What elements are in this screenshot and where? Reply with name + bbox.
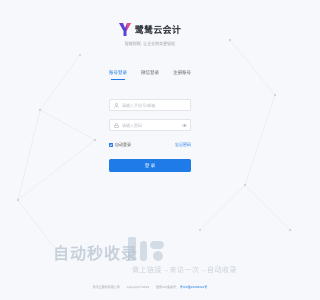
brand-header: 鹭鸶云会计 bbox=[0, 22, 300, 36]
footer: 鹭鸶云服务有限公司 Copyright ©2019 国家ICP备案号： 粤ICP… bbox=[0, 285, 300, 289]
account-input[interactable] bbox=[122, 101, 186, 109]
user-icon bbox=[114, 102, 119, 108]
lock-icon bbox=[114, 122, 119, 128]
footer-icp-link[interactable]: 粤ICP备19005021号 bbox=[180, 285, 207, 289]
watermark-subtitle: 做上链接→来访一次→自动收录 bbox=[132, 267, 237, 274]
login-options: 自动登录 忘记密码 bbox=[109, 142, 191, 148]
remember-label: 自动登录 bbox=[115, 142, 131, 147]
tab-wechat-login[interactable]: 微信登录 bbox=[141, 70, 159, 80]
tab-account-login[interactable]: 账号登录 bbox=[109, 70, 127, 80]
tab-register[interactable]: 注册账号 bbox=[173, 70, 191, 80]
login-tabs: 账号登录 微信登录 注册账号 bbox=[109, 70, 191, 80]
password-field bbox=[109, 119, 191, 131]
brand-name: 鹭鸶云会计 bbox=[134, 24, 182, 35]
login-button[interactable]: 登 录 bbox=[109, 159, 191, 172]
brand-logo-icon bbox=[118, 22, 131, 36]
password-input[interactable] bbox=[122, 121, 186, 129]
footer-company: 鹭鸶云服务有限公司 bbox=[92, 285, 120, 289]
footer-icp-prefix: 国家ICP备案号： bbox=[156, 285, 180, 289]
account-field bbox=[109, 99, 191, 111]
eye-icon[interactable] bbox=[182, 123, 187, 128]
brand-slogan: 智能财税, 让企业财务更轻松 bbox=[124, 41, 176, 46]
remember-me[interactable]: 自动登录 bbox=[109, 142, 131, 148]
footer-copyright: Copyright ©2019 bbox=[126, 285, 150, 289]
checkbox-checked-icon[interactable] bbox=[109, 143, 113, 147]
forgot-password-link[interactable]: 忘记密码 bbox=[175, 142, 191, 148]
watermark-title: 自动秒收录 bbox=[53, 246, 139, 263]
